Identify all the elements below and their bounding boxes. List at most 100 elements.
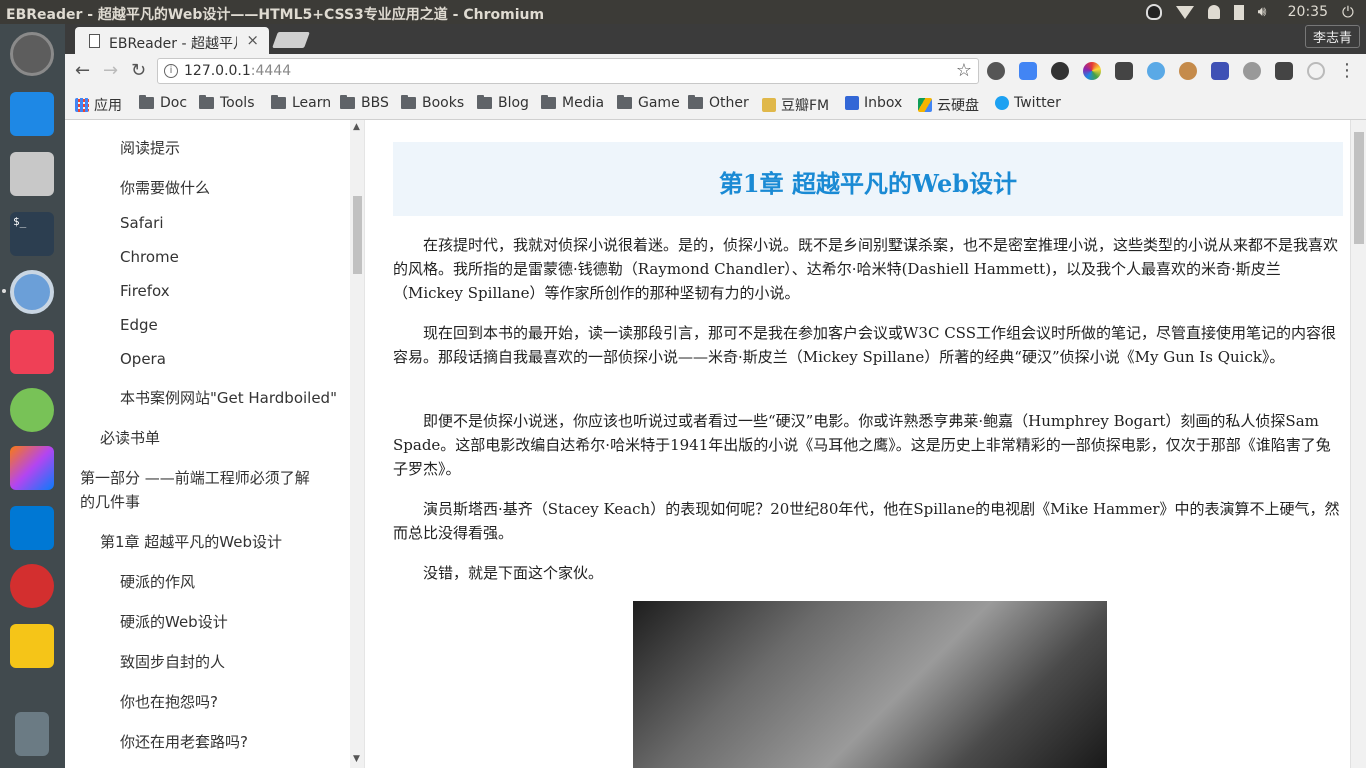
clock[interactable]: 20:35 [1288, 4, 1328, 20]
browser-tab[interactable]: EBReader - 超越平凡的Web设计 × [75, 27, 269, 54]
back-button[interactable]: ← [75, 60, 90, 81]
folder-icon [199, 95, 214, 109]
sidebar-scroll-thumb[interactable] [353, 196, 362, 274]
files-icon[interactable] [10, 152, 54, 196]
screenshot-icon[interactable] [1275, 62, 1293, 80]
android-studio-icon[interactable] [10, 388, 54, 432]
url-text: 127.0.0.1:4444 [184, 63, 291, 79]
cookie-icon[interactable] [1179, 62, 1197, 80]
trash-icon[interactable] [15, 712, 49, 756]
paragraph: 现在回到本书的最开始，读一读那段引言，那可不是我在参加客户会议或W3C CSS工… [393, 324, 1336, 366]
bookmarks-bar: 应用 Doc Tools Learn BBS Books Blog Media … [65, 88, 1366, 120]
ubuntu-dash-icon[interactable] [10, 32, 54, 76]
bookmark-folder-blog[interactable]: Blog [477, 95, 529, 111]
folder-icon [617, 95, 632, 109]
toc-item[interactable]: 你需要做什么 [120, 176, 210, 200]
toc-item[interactable]: Safari [120, 211, 164, 235]
penguin-icon[interactable] [1145, 4, 1162, 20]
battery-icon[interactable] [1233, 4, 1244, 20]
toc-item-continued[interactable]: 的几件事 [80, 490, 140, 514]
bookmark-folder-game[interactable]: Game [617, 95, 680, 111]
tab-title: EBReader - 超越平凡的Web设计 [109, 36, 237, 52]
inbox-ext-icon[interactable] [1211, 62, 1229, 80]
toc-item[interactable]: 你也在抱怨吗? [120, 690, 218, 714]
vscode-icon[interactable] [10, 506, 54, 550]
content-scrollbar[interactable] [1350, 120, 1366, 768]
bell-icon[interactable] [1207, 5, 1220, 19]
circle-ext-icon[interactable] [1243, 62, 1261, 80]
bookmark-inbox[interactable]: Inbox [845, 95, 902, 111]
content-scroll-thumb[interactable] [1354, 132, 1364, 244]
toc-item[interactable]: 硬派的Web设计 [120, 610, 228, 634]
bookmark-folder-media[interactable]: Media [541, 95, 604, 111]
site-info-icon[interactable]: i [164, 64, 178, 78]
intellij-icon[interactable] [10, 446, 54, 490]
launcher: $_ [0, 24, 65, 768]
wifi-icon[interactable] [1175, 5, 1194, 19]
power-icon[interactable]: ⏻ [1342, 4, 1358, 20]
chapter-header: 第1章 超越平凡的Web设计 [393, 142, 1343, 216]
bookmark-twitter[interactable]: Twitter [995, 95, 1061, 111]
translate-icon[interactable] [1019, 62, 1037, 80]
terminal-icon[interactable]: $_ [10, 212, 54, 256]
toc-item[interactable]: 阅读提示 [120, 136, 180, 160]
folder-icon [340, 95, 355, 109]
wordpress-icon[interactable] [987, 62, 1005, 80]
toc-item[interactable]: Edge [120, 313, 158, 337]
tab-strip: EBReader - 超越平凡的Web设计 × 李志青 [65, 24, 1366, 54]
toc-item[interactable]: 致固步自封的人 [120, 650, 225, 674]
forward-button[interactable]: → [103, 60, 118, 81]
workspaces-icon[interactable] [10, 92, 54, 136]
toc-item[interactable]: 必读书单 [100, 426, 160, 450]
running-indicator [2, 289, 6, 293]
bookmark-folder-doc[interactable]: Doc [139, 95, 187, 111]
bookmark-folder-learn[interactable]: Learn [271, 95, 331, 111]
scroll-down-arrow-icon[interactable]: ▼ [353, 754, 360, 764]
color-picker-icon[interactable] [1083, 62, 1101, 80]
volume-icon[interactable]: 🔊︎ [1258, 4, 1274, 20]
folder-icon [401, 95, 416, 109]
browser-chrome: EBReader - 超越平凡的Web设计 × 李志青 ← → ↻ i 127.… [65, 24, 1366, 120]
toc-item[interactable]: Firefox [120, 279, 170, 303]
sidebar-scrollbar[interactable]: ▲ ▼ [350, 120, 365, 768]
idea-bulb-icon[interactable] [10, 624, 54, 668]
pocket-ext-icon[interactable] [1115, 62, 1133, 80]
toc-item[interactable]: Chrome [120, 245, 179, 269]
toc-item[interactable]: Opera [120, 347, 166, 371]
address-bar[interactable]: i 127.0.0.1:4444 ☆ [157, 58, 979, 84]
extensions-area [987, 62, 1325, 80]
toc-item[interactable]: 第1章 超越平凡的Web设计 [100, 530, 282, 554]
bookmark-folder-books[interactable]: Books [401, 95, 464, 111]
bookmark-apps[interactable]: 应用 [75, 95, 122, 115]
window-title: EBReader - 超越平凡的Web设计——HTML5+CSS3专业应用之道 … [6, 7, 545, 23]
apps-grid-icon [75, 98, 89, 112]
paragraph: 即便不是侦探小说迷，你应该也听说过或者看过一些“硬汉”电影。你或许熟悉亨弗莱·鲍… [393, 412, 1331, 478]
scroll-up-arrow-icon[interactable]: ▲ [353, 122, 360, 132]
profile-badge[interactable]: 李志青 [1304, 25, 1360, 48]
bookmark-star-icon[interactable]: ☆ [956, 60, 972, 81]
new-tab-button[interactable] [272, 32, 310, 48]
reload-button[interactable]: ↻ [131, 60, 146, 81]
pocket-icon[interactable] [10, 330, 54, 374]
toc-item[interactable]: 硬派的作风 [120, 570, 195, 594]
toc-item[interactable]: 第一部分 ——前端工程师必须了解 [80, 466, 310, 490]
toc-item[interactable]: 你还在用老套路吗? [120, 730, 248, 754]
bookmark-folder-other[interactable]: Other [688, 95, 749, 111]
inbox-icon [845, 96, 859, 110]
panda-icon[interactable] [1051, 62, 1069, 80]
bookmark-doubanfm[interactable]: 豆瓣FM [762, 95, 829, 115]
paragraph: 没错，就是下面这个家伙。 [423, 564, 604, 582]
bookmark-cloud-drive[interactable]: 云硬盘 [918, 95, 979, 115]
tab-close-button[interactable]: × [246, 31, 259, 49]
netease-music-icon[interactable] [10, 564, 54, 608]
twitter-bird-icon [995, 96, 1009, 110]
bookmark-folder-bbs[interactable]: BBS [340, 95, 389, 111]
paragraph: 在孩提时代，我就对侦探小说很着迷。是的，侦探小说。既不是乡间别墅谋杀案，也不是密… [393, 236, 1339, 302]
menu-button[interactable]: ⋮ [1338, 60, 1356, 81]
bookmark-folder-tools[interactable]: Tools [199, 95, 255, 111]
loading-ext-icon[interactable] [1307, 62, 1325, 80]
chromium-icon[interactable] [10, 270, 54, 314]
url-host: 127.0.0.1 [184, 63, 251, 79]
snowflake-icon[interactable] [1147, 62, 1165, 80]
toc-item[interactable]: 本书案例网站"Get Hardboiled" [120, 386, 337, 410]
